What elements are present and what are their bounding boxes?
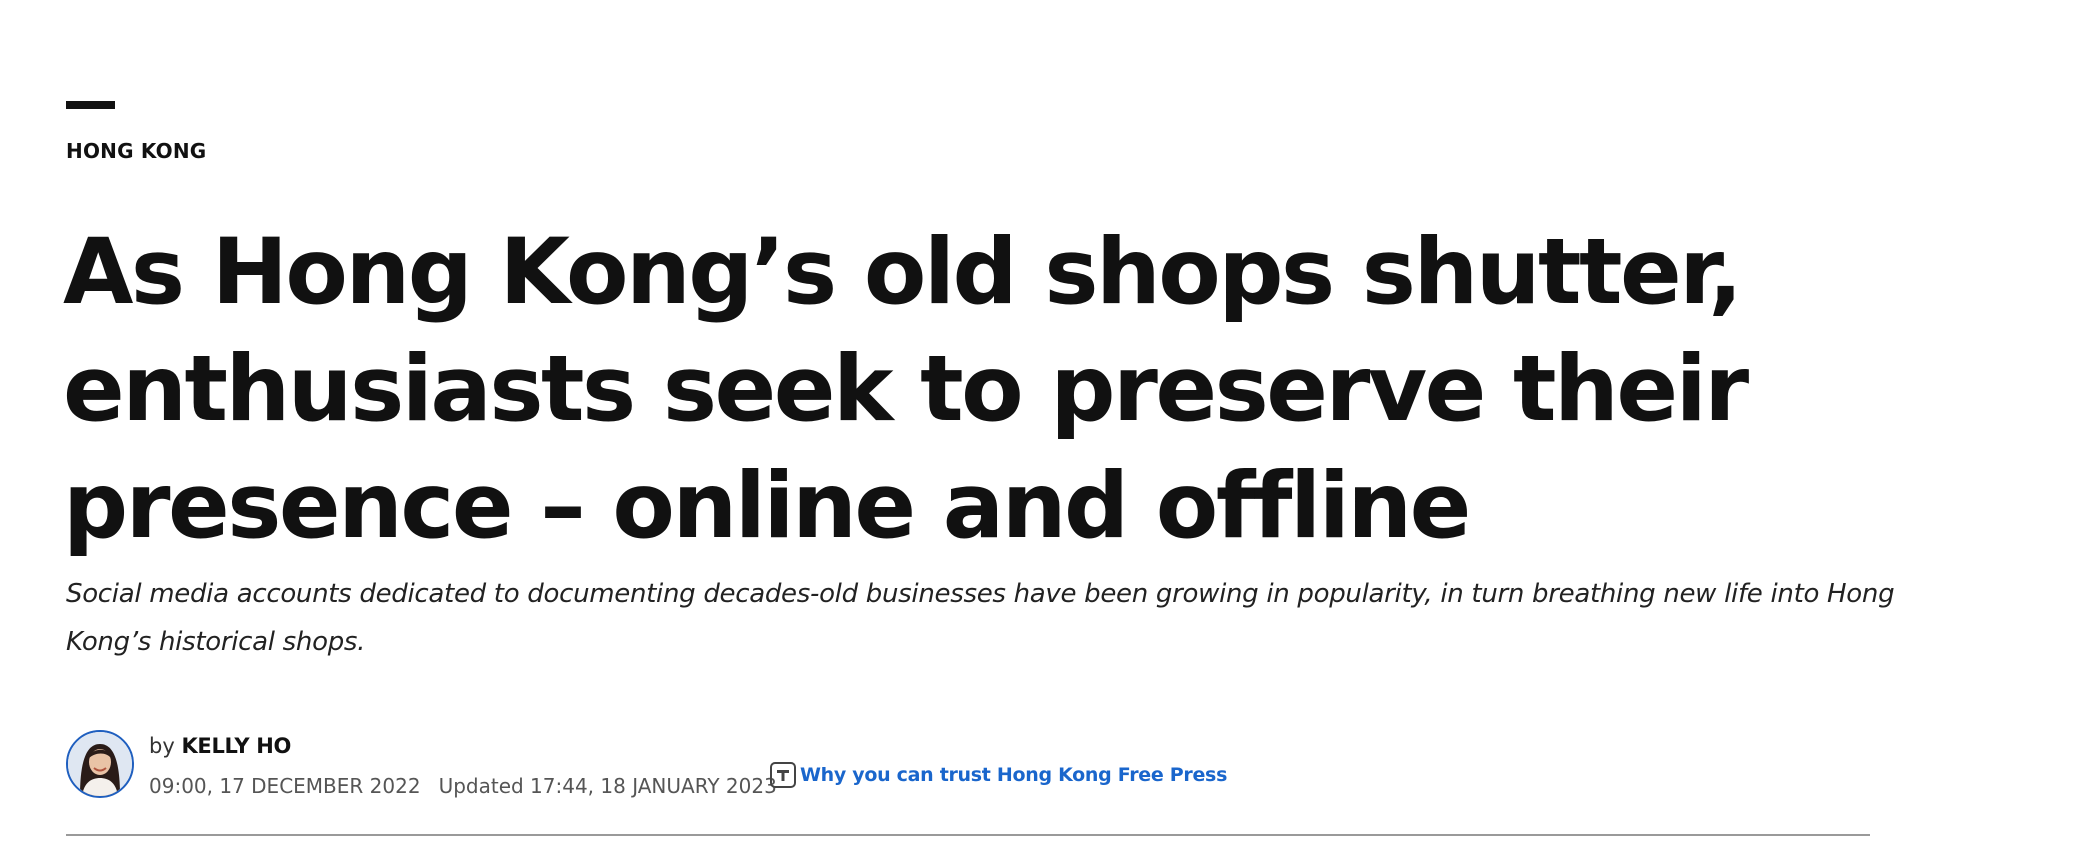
updated-date: Updated 17:44, 18 JANUARY 2023	[438, 774, 777, 798]
trust-link-label: Why you can trust Hong Kong Free Press	[800, 764, 1228, 786]
published-date: 09:00, 17 DECEMBER 2022	[149, 774, 421, 798]
byline-dates: 09:00, 17 DECEMBER 2022 Updated 17:44, 18…	[149, 772, 777, 800]
article-standfirst: Social media accounts dedicated to docum…	[66, 579, 1895, 657]
author-portrait-icon	[68, 732, 132, 796]
byline: by KELLY HO 09:00, 17 DECEMBER 2022 Updat…	[66, 730, 1876, 840]
trust-link[interactable]: Why you can trust Hong Kong Free Press	[770, 762, 1227, 788]
author-avatar[interactable]	[66, 730, 134, 798]
article-headline: As Hong Kong’s old shops shutter, enthus…	[63, 220, 1749, 559]
trust-t-icon	[770, 762, 796, 788]
byline-author: by KELLY HO	[149, 732, 291, 760]
kicker-bar	[66, 101, 115, 109]
author-link[interactable]: KELLY HO	[181, 734, 291, 758]
category-link[interactable]: HONG KONG	[66, 137, 206, 165]
byline-divider	[66, 834, 1870, 836]
byline-prefix: by	[149, 734, 175, 758]
